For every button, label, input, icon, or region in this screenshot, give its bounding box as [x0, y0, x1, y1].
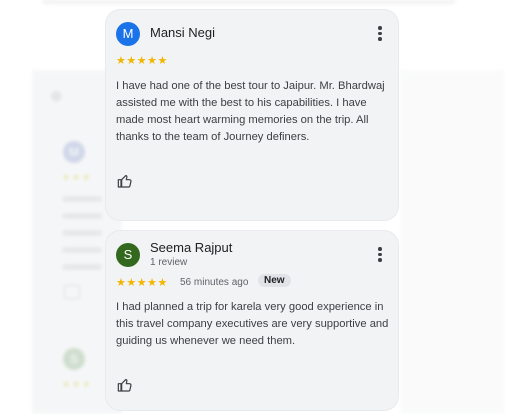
- background-text-lines: [62, 196, 102, 281]
- background-stars: ★★★: [62, 172, 93, 182]
- background-avatar: S: [63, 348, 85, 370]
- review-timestamp: 56 minutes ago: [180, 277, 249, 288]
- background-like-icon: [64, 285, 80, 299]
- reviewer-name[interactable]: Seema Rajput: [150, 240, 232, 255]
- background-avatar: M: [63, 141, 85, 163]
- review-card: S Seema Rajput 1 review ★★★★★ 56 minutes…: [106, 231, 398, 410]
- thumbs-up-icon[interactable]: [116, 173, 134, 189]
- background-panel-right: [400, 70, 505, 414]
- star-rating: ★★★★★: [116, 277, 168, 289]
- review-text: I have had one of the best tour to Jaipu…: [116, 80, 385, 143]
- more-vert-icon[interactable]: [378, 26, 382, 43]
- review-card: M Mansi Negi ★★★★★ I have had one of the…: [106, 10, 398, 220]
- reviewer-name[interactable]: Mansi Negi: [150, 25, 215, 40]
- background-top-bar: [42, 0, 456, 4]
- avatar[interactable]: M: [116, 22, 140, 46]
- reviews-screen: ⊕ M ★★★ S ★★★ M Mansi Negi ★★★★★ I have …: [0, 0, 505, 414]
- review-count: 1 review: [150, 257, 188, 268]
- review-text: I had planned a trip for karela very goo…: [116, 301, 389, 347]
- thumbs-up-icon[interactable]: [116, 377, 134, 393]
- star-rating: ★★★★★: [116, 55, 168, 67]
- background-header: ⊕: [50, 88, 63, 105]
- new-badge: New: [258, 274, 291, 287]
- more-vert-icon[interactable]: [378, 247, 382, 264]
- background-stars: ★★★: [62, 379, 93, 389]
- avatar[interactable]: S: [116, 243, 140, 267]
